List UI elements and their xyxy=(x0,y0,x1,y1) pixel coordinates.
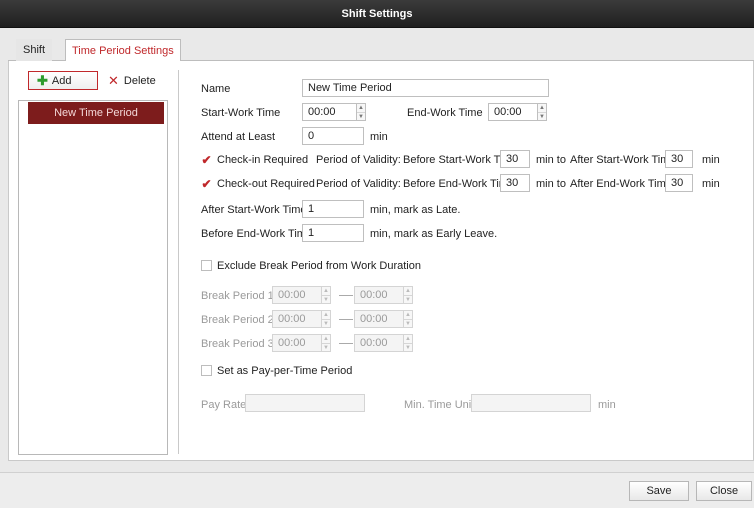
attend-label: Attend at Least xyxy=(201,131,275,143)
break-period-2-start[interactable]: 00:00 xyxy=(272,310,322,328)
window-title: Shift Settings xyxy=(341,7,413,20)
break-period-3-start-stepper[interactable]: ▲ ▼ xyxy=(322,334,331,352)
pay-rate-label: Pay Rate xyxy=(201,399,247,411)
check-out-validity-label: Period of Validity: xyxy=(316,178,401,190)
range-dash xyxy=(339,343,353,344)
break-period-3-end-stepper[interactable]: ▲ ▼ xyxy=(404,334,413,352)
break-period-3-end[interactable]: 00:00 xyxy=(354,334,404,352)
add-button-label: Add xyxy=(51,74,72,87)
check-in-unit: min xyxy=(702,154,720,166)
min-time-unit-suffix: min xyxy=(598,399,616,411)
list-item[interactable]: New Time Period xyxy=(28,102,164,124)
window-titlebar: Shift Settings xyxy=(0,0,754,28)
check-in-label: Check-in Required xyxy=(217,154,309,166)
divider xyxy=(178,70,179,454)
delete-icon: ✕ xyxy=(108,73,119,88)
tab-shift[interactable]: Shift xyxy=(16,39,53,61)
break-period-2-end-stepper[interactable]: ▲ ▼ xyxy=(404,310,413,328)
check-out-before-label: Before End-Work Time xyxy=(403,178,515,190)
end-work-time-stepper[interactable]: ▲ ▼ xyxy=(538,103,547,121)
break-period-1-end-stepper[interactable]: ▲ ▼ xyxy=(404,286,413,304)
pay-per-time-checkbox[interactable] xyxy=(201,365,212,376)
start-work-time-stepper[interactable]: ▲ ▼ xyxy=(357,103,366,121)
check-out-min-to: min to xyxy=(536,178,566,190)
break-period-2-end[interactable]: 00:00 xyxy=(354,310,404,328)
break-period-1-start-stepper[interactable]: ▲ ▼ xyxy=(322,286,331,304)
tab-bar: Shift Time Period Settings xyxy=(8,39,754,62)
break-period-3-label: Break Period 3 xyxy=(201,338,274,350)
check-in-before-field[interactable]: 30 xyxy=(500,150,530,168)
check-in-checkbox[interactable]: ✔ xyxy=(201,153,212,167)
check-out-unit: min xyxy=(702,178,720,190)
early-leave-suffix: min, mark as Early Leave. xyxy=(370,228,498,240)
check-out-before-field[interactable]: 30 xyxy=(500,174,530,192)
end-work-time-label: End-Work Time xyxy=(407,107,483,119)
check-out-label: Check-out Required xyxy=(217,178,315,190)
check-in-validity-label: Period of Validity: xyxy=(316,154,401,166)
early-leave-label: Before End-Work Time xyxy=(201,228,313,240)
pay-per-time-label: Set as Pay-per-Time Period xyxy=(217,365,353,377)
break-period-2-label: Break Period 2 xyxy=(201,314,274,326)
delete-button[interactable]: ✕ Delete xyxy=(108,71,156,90)
delete-button-label: Delete xyxy=(123,74,156,87)
save-button[interactable]: Save xyxy=(629,481,689,501)
attend-unit: min xyxy=(370,131,388,143)
end-work-time-field[interactable]: 00:00 xyxy=(488,103,538,121)
check-in-after-field[interactable]: 30 xyxy=(665,150,693,168)
min-time-unit-label: Min. Time Unit xyxy=(404,399,475,411)
late-label: After Start-Work Time xyxy=(201,204,307,216)
check-out-checkbox[interactable]: ✔ xyxy=(201,177,212,191)
start-work-time-label: Start-Work Time xyxy=(201,107,281,119)
start-work-time-field[interactable]: 00:00 xyxy=(302,103,357,121)
break-period-3-start[interactable]: 00:00 xyxy=(272,334,322,352)
add-button[interactable]: ✚ Add xyxy=(28,71,98,90)
exclude-break-checkbox[interactable] xyxy=(201,260,212,271)
close-button[interactable]: Close xyxy=(696,481,752,501)
break-period-2-start-stepper[interactable]: ▲ ▼ xyxy=(322,310,331,328)
attend-field[interactable]: 0 xyxy=(302,127,364,145)
break-period-1-end[interactable]: 00:00 xyxy=(354,286,404,304)
break-period-1-label: Break Period 1 xyxy=(201,290,274,302)
check-in-min-to: min to xyxy=(536,154,566,166)
check-out-after-label: After End-Work Time xyxy=(570,178,672,190)
late-field[interactable]: 1 xyxy=(302,200,364,218)
name-label: Name xyxy=(201,83,231,95)
exclude-break-label: Exclude Break Period from Work Duration xyxy=(217,260,421,272)
range-dash xyxy=(339,295,353,296)
early-leave-field[interactable]: 1 xyxy=(302,224,364,242)
plus-icon: ✚ xyxy=(37,73,48,88)
check-in-after-label: After Start-Work Time xyxy=(570,154,676,166)
min-time-unit-field[interactable] xyxy=(471,394,591,412)
time-period-list xyxy=(18,100,168,455)
tab-time-period-settings[interactable]: Time Period Settings xyxy=(65,39,181,62)
break-period-1-start[interactable]: 00:00 xyxy=(272,286,322,304)
name-field[interactable]: New Time Period xyxy=(302,79,549,97)
pay-rate-field[interactable] xyxy=(245,394,365,412)
late-suffix: min, mark as Late. xyxy=(370,204,461,216)
range-dash xyxy=(339,319,353,320)
check-out-after-field[interactable]: 30 xyxy=(665,174,693,192)
